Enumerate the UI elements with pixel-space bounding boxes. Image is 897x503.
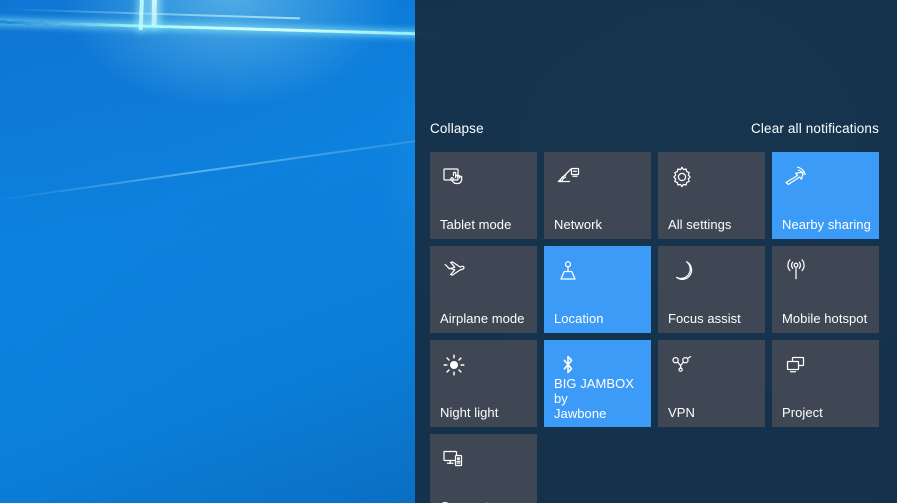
collapse-button[interactable]: Collapse	[430, 121, 484, 136]
network-wifi-icon	[555, 164, 581, 190]
action-center-panel: Collapse Clear all notifications Tablet …	[415, 0, 897, 503]
nearby-sharing-icon	[783, 164, 809, 190]
quick-action-label: Mobile hotspot	[782, 311, 868, 326]
quick-action-tile-airplane-mode[interactable]: Airplane mode	[430, 246, 537, 333]
vpn-icon	[669, 352, 695, 378]
location-pin-icon	[555, 258, 581, 284]
quick-action-tile-mobile-hotspot[interactable]: Mobile hotspot	[772, 246, 879, 333]
quick-action-tile-connect[interactable]: Connect	[430, 434, 537, 503]
quick-action-tile-vpn[interactable]: VPN	[658, 340, 765, 427]
screen: Collapse Clear all notifications Tablet …	[0, 0, 897, 503]
quick-action-label: Network	[554, 217, 603, 232]
quick-action-tile-bluetooth-device[interactable]: BIG JAMBOX by Jawbone	[544, 340, 651, 427]
bluetooth-icon	[555, 352, 581, 378]
quick-action-label: BIG JAMBOX by Jawbone	[554, 376, 634, 421]
quick-action-label: Focus assist	[668, 311, 741, 326]
quick-action-tile-focus-assist[interactable]: Focus assist	[658, 246, 765, 333]
action-center-header: Collapse Clear all notifications	[415, 112, 897, 144]
wallpaper-light-ray-soft	[0, 140, 416, 202]
quick-action-label: Connect	[440, 499, 533, 503]
quick-action-tile-tablet-mode[interactable]: Tablet mode	[430, 152, 537, 239]
quick-action-tile-nearby-sharing[interactable]: Nearby sharing	[772, 152, 879, 239]
quick-action-tile-all-settings[interactable]: All settings	[658, 152, 765, 239]
quick-action-label: VPN	[668, 405, 695, 420]
quick-action-label: Night light	[440, 405, 499, 420]
quick-action-label: All settings	[668, 217, 732, 232]
tablet-mode-icon	[441, 164, 467, 190]
quick-action-tile-project[interactable]: Project	[772, 340, 879, 427]
quick-action-label: Tablet mode	[440, 217, 512, 232]
connect-icon	[441, 446, 467, 472]
moon-icon	[669, 258, 695, 284]
quick-action-label: Airplane mode	[440, 311, 525, 326]
quick-action-tile-location[interactable]: Location	[544, 246, 651, 333]
project-screens-icon	[783, 352, 809, 378]
hotspot-icon	[783, 258, 809, 284]
quick-action-label: Location	[554, 311, 604, 326]
quick-action-label: Nearby sharing	[782, 217, 871, 232]
clear-all-notifications-button[interactable]: Clear all notifications	[751, 121, 879, 136]
gear-icon	[669, 164, 695, 190]
quick-action-label: Project	[782, 405, 823, 420]
sun-icon	[441, 352, 467, 378]
quick-actions-grid: Tablet mode Network All settings Nearby …	[430, 152, 882, 503]
quick-action-tile-network[interactable]: Network	[544, 152, 651, 239]
airplane-icon	[441, 258, 467, 284]
quick-action-tile-night-light[interactable]: Night light	[430, 340, 537, 427]
